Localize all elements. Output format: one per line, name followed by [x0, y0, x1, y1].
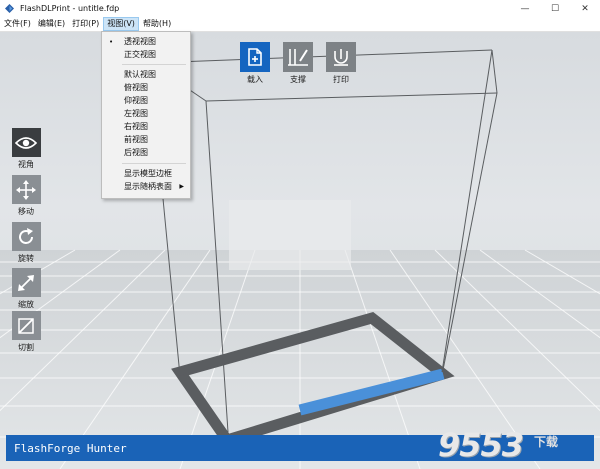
menu-item-default-view[interactable]: 默认视图 [102, 68, 190, 81]
window-title: FlashDLPrint - untitle.fdp [20, 4, 120, 13]
menu-separator [122, 64, 186, 65]
maximize-button[interactable]: ☐ [540, 0, 570, 17]
3d-viewport[interactable]: 载入 支撑 打印 视角 移动 旋转 缩放 切割 [0, 32, 600, 469]
view-menu-dropdown: • 透视视图 正交视图 默认视图 俯视图 仰视图 左视图 右视图 前视图 后视图… [101, 31, 191, 199]
menu-help[interactable]: 帮助(H) [140, 18, 174, 30]
scale-tool[interactable]: 缩放 [11, 268, 41, 310]
menu-item-label: 左视图 [124, 109, 148, 118]
load-button[interactable] [240, 42, 270, 72]
scale-label: 缩放 [18, 300, 34, 309]
support-icon [288, 49, 308, 66]
menu-view[interactable]: 视图(V) [103, 17, 139, 31]
load-tool[interactable]: 载入 [240, 42, 270, 85]
menu-print[interactable]: 打印(P) [69, 18, 102, 30]
support-tool[interactable]: 支撑 [283, 42, 313, 85]
build-volume-scene [0, 49, 600, 469]
site-watermark: 9553 下载 [438, 426, 596, 468]
cut-tool[interactable]: 切割 [11, 311, 41, 353]
menu-item-label: 正交视图 [124, 50, 156, 59]
scale-arrow-icon [18, 274, 34, 291]
cut-icon [18, 317, 34, 334]
title-bar: FlashDLPrint - untitle.fdp — ☐ ✕ [0, 0, 600, 17]
menu-item-right-view[interactable]: 右视图 [102, 120, 190, 133]
menu-item-orthographic[interactable]: 正交视图 [102, 48, 190, 61]
rotate-icon [19, 227, 33, 244]
menu-item-label: 显示随柄表面 [124, 182, 172, 191]
scale-button[interactable] [11, 268, 41, 297]
print-button[interactable] [326, 42, 356, 72]
menu-item-bottom-view[interactable]: 仰视图 [102, 94, 190, 107]
watermark-sub: 下载 [534, 435, 559, 449]
support-label: 支撑 [290, 75, 306, 84]
move-label: 移动 [18, 207, 34, 216]
menu-item-perspective[interactable]: • 透视视图 [102, 35, 190, 48]
close-button[interactable]: ✕ [570, 0, 600, 17]
window-controls: — ☐ ✕ [510, 0, 600, 17]
menu-item-label: 透视视图 [124, 37, 156, 46]
submenu-arrow-icon: ▶ [179, 183, 184, 190]
move-button[interactable] [11, 175, 41, 204]
add-file-icon [248, 48, 262, 66]
menu-file[interactable]: 文件(F) [1, 18, 34, 30]
view-label: 视角 [18, 160, 34, 169]
print-nozzle-icon [334, 49, 348, 66]
menu-separator [122, 163, 186, 164]
app-logo-icon [5, 4, 14, 13]
menu-item-label: 后视图 [124, 148, 148, 157]
move-arrows-icon [16, 179, 36, 200]
menu-item-label: 俯视图 [124, 83, 148, 92]
menu-item-top-view[interactable]: 俯视图 [102, 81, 190, 94]
minimize-button[interactable]: — [510, 0, 540, 17]
print-tool[interactable]: 打印 [326, 42, 356, 85]
menu-item-label: 前视图 [124, 135, 148, 144]
menu-item-label: 仰视图 [124, 96, 148, 105]
watermark-text: 9553 [438, 426, 524, 464]
menu-item-front-view[interactable]: 前视图 [102, 133, 190, 146]
menu-item-show-model-border[interactable]: 显示模型边框 [102, 167, 190, 180]
device-name: FlashForge Hunter [14, 441, 127, 455]
rotate-label: 旋转 [18, 254, 34, 263]
menu-item-label: 右视图 [124, 122, 148, 131]
view-angle-button[interactable] [11, 128, 41, 157]
eye-icon [15, 136, 37, 149]
menu-item-label: 默认视图 [124, 70, 156, 79]
load-label: 载入 [247, 75, 263, 84]
menu-item-show-surface[interactable]: 显示随柄表面 ▶ [102, 180, 190, 193]
cut-button[interactable] [11, 311, 41, 340]
back-panel [229, 200, 351, 270]
cut-label: 切割 [18, 343, 34, 352]
menu-item-label: 显示模型边框 [124, 169, 172, 178]
rotate-button[interactable] [11, 222, 41, 251]
menu-edit[interactable]: 编辑(E) [35, 18, 68, 30]
menu-bar: 文件(F) 编辑(E) 打印(P) 视图(V) 帮助(H) [0, 17, 600, 32]
check-mark-icon: • [109, 37, 114, 46]
view-tool[interactable]: 视角 [11, 128, 41, 170]
support-button[interactable] [283, 42, 313, 72]
move-tool[interactable]: 移动 [11, 175, 41, 217]
menu-item-back-view[interactable]: 后视图 [102, 146, 190, 159]
menu-item-left-view[interactable]: 左视图 [102, 107, 190, 120]
rotate-tool[interactable]: 旋转 [11, 222, 41, 264]
print-label: 打印 [333, 75, 349, 84]
